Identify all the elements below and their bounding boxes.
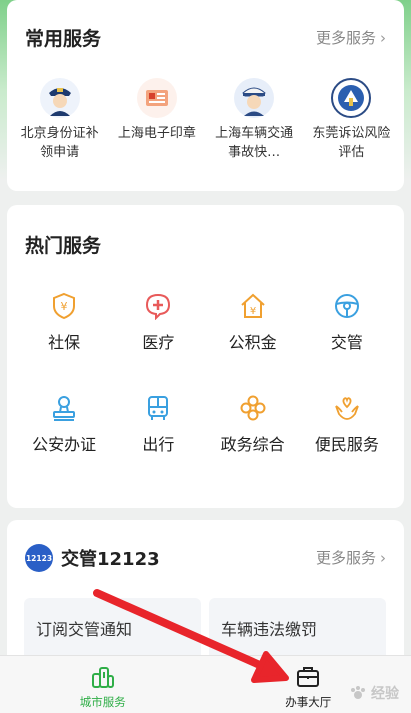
common-services-card: 常用服务 更多服务 › 北京身份证补领申请 上海电子印章 上海车辆交通事故快… … — [7, 0, 404, 191]
hot-item-label: 公安办证 — [32, 435, 97, 454]
common-services-title: 常用服务 — [25, 28, 102, 50]
hot-item-label: 社保 — [48, 333, 81, 352]
briefcase-icon — [297, 667, 320, 687]
hot-item-travel[interactable]: 出行 — [111, 393, 205, 455]
hot-item-housing-fund[interactable]: ¥ 公积金 — [206, 291, 300, 353]
stamp-icon — [49, 393, 79, 423]
seal-card-icon — [136, 78, 177, 118]
hot-item-medical[interactable]: 医疗 — [111, 291, 205, 353]
hot-item-label: 出行 — [142, 435, 175, 454]
common-more-services-link[interactable]: 更多服务 › — [316, 27, 386, 48]
service-label: 上海车辆交通事故快… — [215, 126, 294, 160]
hot-item-label: 交管 — [330, 333, 363, 352]
bus-icon — [143, 393, 173, 423]
more-services-label: 更多服务 — [315, 29, 376, 47]
police-avatar-icon — [39, 78, 80, 118]
tab-city-services[interactable]: 城市服务 — [0, 656, 206, 713]
steering-wheel-icon — [332, 291, 362, 321]
flower-icon — [238, 393, 268, 423]
service-shanghai-seal[interactable]: 上海电子印章 — [111, 78, 203, 162]
shield-yen-icon: ¥ — [49, 291, 79, 321]
hot-item-label: 公积金 — [228, 333, 277, 352]
watermark: 经验 — [349, 683, 399, 703]
traffic-12123-title: 交管12123 — [61, 549, 160, 570]
hot-item-social-security[interactable]: ¥ 社保 — [17, 291, 111, 353]
tab-label: 城市服务 — [79, 695, 126, 709]
svg-text:¥: ¥ — [61, 300, 68, 313]
more-services-label: 更多服务 — [315, 549, 376, 567]
watermark-text: 经验 — [371, 686, 399, 702]
service-label: 北京身份证补领申请 — [20, 126, 99, 160]
hot-services-card: 热门服务 ¥ 社保 医疗 ¥ 公积金 交管 公安办证 出行 政务综合 便民服务 — [7, 205, 404, 508]
chevron-right-icon: › — [380, 28, 386, 47]
hot-item-label: 便民服务 — [314, 435, 379, 454]
city-buildings-icon — [91, 667, 114, 688]
hot-item-convenience[interactable]: 便民服务 — [300, 393, 394, 455]
hands-heart-icon — [332, 393, 362, 423]
svg-text:¥: ¥ — [249, 306, 255, 317]
medical-cross-icon — [143, 291, 173, 321]
hot-item-police-certificate[interactable]: 公安办证 — [17, 393, 111, 455]
chevron-right-icon: › — [380, 548, 386, 567]
hot-item-label: 政务综合 — [220, 435, 285, 454]
hot-services-title: 热门服务 — [25, 235, 102, 257]
service-shanghai-accident[interactable]: 上海车辆交通事故快… — [208, 78, 300, 162]
traffic-police-icon — [234, 78, 275, 118]
hot-item-label: 医疗 — [142, 333, 175, 352]
traffic-more-services-link[interactable]: 更多服务 › — [316, 547, 386, 568]
house-yen-icon: ¥ — [238, 291, 268, 321]
service-dongguan-risk[interactable]: 东莞诉讼风险评估 — [305, 78, 397, 162]
traffic-12123-logo: 12123 — [25, 544, 53, 572]
service-label: 上海电子印章 — [117, 126, 196, 141]
court-emblem-icon — [331, 78, 372, 118]
service-label: 东莞诉讼风险评估 — [312, 126, 391, 160]
tab-label: 办事大厅 — [285, 695, 332, 709]
hot-item-traffic[interactable]: 交管 — [300, 291, 394, 353]
paw-icon — [351, 686, 365, 699]
service-beijing-id[interactable]: 北京身份证补领申请 — [14, 78, 106, 162]
hot-item-government[interactable]: 政务综合 — [206, 393, 300, 455]
